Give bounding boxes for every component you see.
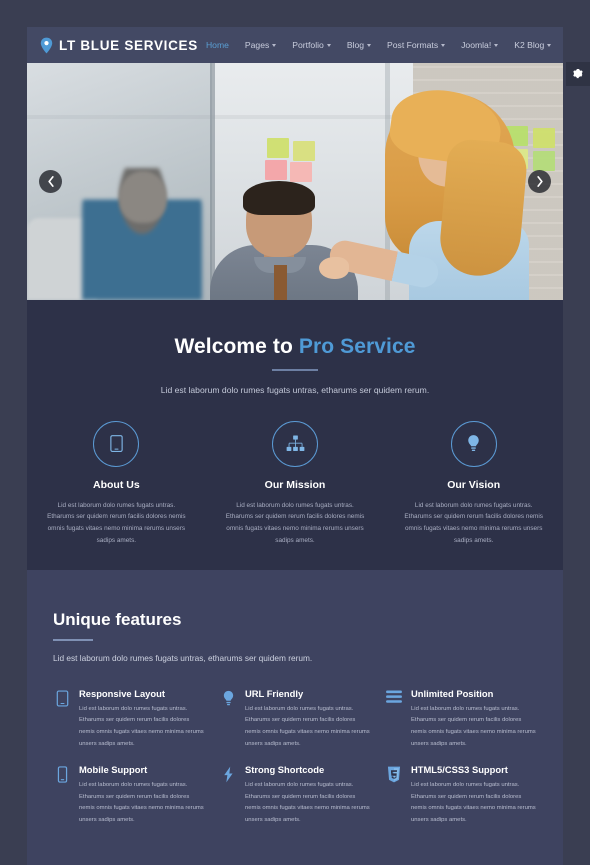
nav-item-k2-blog[interactable]: K2 Blog bbox=[506, 36, 559, 54]
nav-item-post-formats[interactable]: Post Formats bbox=[379, 36, 453, 54]
lightbulb-icon bbox=[466, 434, 481, 453]
title-divider bbox=[272, 369, 318, 371]
feature-description: Lid est laborum dolo rumes fugats untras… bbox=[79, 781, 204, 824]
feature-title: Responsive Layout bbox=[79, 687, 165, 699]
circle-icon-wrap[interactable] bbox=[450, 420, 497, 467]
feature-title: Unlimited Position bbox=[411, 687, 494, 699]
circle-icon-wrap[interactable] bbox=[93, 420, 140, 467]
slider-prev-button[interactable] bbox=[39, 170, 62, 193]
feature-strong-shortcode: Strong Shortcode Lid est laborum dolo ru… bbox=[219, 764, 371, 827]
feature-url-friendly: URL Friendly Lid est laborum dolo rumes … bbox=[219, 688, 371, 751]
chevron-down-icon bbox=[494, 43, 499, 47]
feature-description: Lid est laborum dolo rumes fugats untras… bbox=[245, 781, 370, 824]
feature-unlimited-position: Unlimited Position Lid est laborum dolo … bbox=[385, 688, 537, 751]
feature-html5-css3-support: HTML5/CSS3 Support Lid est laborum dolo … bbox=[385, 764, 537, 827]
site-logo[interactable]: LT BLUE SERVICES bbox=[39, 37, 198, 54]
site-logo-text: LT BLUE SERVICES bbox=[59, 37, 198, 53]
feature-description: Lid est laborum dolo rumes fugats untras… bbox=[79, 705, 204, 748]
circle-description: Lid est laborum dolo rumes fugats untras… bbox=[47, 501, 186, 545]
welcome-title: Welcome to Pro Service bbox=[27, 335, 563, 359]
welcome-section: Welcome to Pro Service Lid est laborum d… bbox=[27, 300, 563, 570]
feature-title: Strong Shortcode bbox=[245, 763, 325, 775]
welcome-column-our-mission: Our Mission Lid est laborum dolo rumes f… bbox=[206, 420, 385, 547]
lightbulb-icon bbox=[219, 688, 237, 751]
feature-description: Lid est laborum dolo rumes fugats untras… bbox=[411, 705, 536, 748]
circle-icon-wrap[interactable] bbox=[272, 420, 318, 467]
lightning-bolt-icon bbox=[219, 764, 237, 827]
welcome-title-accent: Pro Service bbox=[298, 335, 416, 358]
chevron-right-icon bbox=[536, 176, 544, 187]
nav-label: Joomla! bbox=[461, 40, 492, 50]
nav-item-portfolio[interactable]: Portfolio bbox=[284, 36, 339, 54]
nav-label: Post Formats bbox=[387, 40, 439, 50]
welcome-column-our-vision: Our Vision Lid est laborum dolo rumes fu… bbox=[384, 420, 563, 547]
nav-label: Portfolio bbox=[292, 40, 324, 50]
circle-title: Our Vision bbox=[447, 478, 501, 491]
circle-title: Our Mission bbox=[264, 478, 326, 491]
circle-title: About Us bbox=[93, 478, 140, 491]
welcome-columns: About Us Lid est laborum dolo rumes fuga… bbox=[27, 420, 563, 547]
features-divider bbox=[53, 639, 93, 641]
tablet-icon bbox=[53, 688, 71, 751]
features-subtitle: Lid est laborum dolo rumes fugats untras… bbox=[53, 652, 313, 663]
nav-label: Pages bbox=[244, 40, 270, 50]
site-header: LT BLUE SERVICES Home Pages Portfolio Bl… bbox=[27, 27, 563, 63]
nav-item-joomla[interactable]: Joomla! bbox=[453, 36, 506, 54]
feature-title: URL Friendly bbox=[245, 687, 304, 699]
welcome-column-about-us: About Us Lid est laborum dolo rumes fuga… bbox=[27, 420, 206, 547]
welcome-title-plain: Welcome to bbox=[174, 335, 299, 358]
theme-settings-button[interactable] bbox=[566, 62, 590, 86]
feature-description: Lid est laborum dolo rumes fugats untras… bbox=[411, 781, 536, 824]
features-grid: Responsive Layout Lid est laborum dolo r… bbox=[53, 688, 537, 828]
chevron-down-icon bbox=[272, 43, 277, 47]
nav-label: Home bbox=[205, 40, 229, 50]
gear-icon bbox=[572, 68, 584, 80]
mobile-phone-icon bbox=[53, 764, 71, 827]
html5-shield-icon bbox=[385, 764, 403, 827]
features-heading: Unique features bbox=[53, 610, 182, 629]
location-pin-icon bbox=[39, 37, 54, 54]
page-root: LT BLUE SERVICES Home Pages Portfolio Bl… bbox=[0, 0, 590, 865]
welcome-subtitle: Lid est laborum dolo rumes fugats untras… bbox=[160, 384, 430, 395]
slider-next-button[interactable] bbox=[528, 170, 551, 193]
nav-item-pages[interactable]: Pages bbox=[237, 36, 284, 54]
main-navigation: Home Pages Portfolio Blog Post Formats J… bbox=[198, 36, 559, 54]
chevron-left-icon bbox=[47, 176, 55, 187]
nav-label: Blog bbox=[346, 40, 365, 50]
hero-slider[interactable] bbox=[27, 63, 563, 300]
feature-responsive-layout: Responsive Layout Lid est laborum dolo r… bbox=[53, 688, 205, 751]
unique-features-section: Unique features Lid est laborum dolo rum… bbox=[27, 570, 563, 865]
chevron-down-icon bbox=[547, 43, 552, 47]
nav-item-home[interactable]: Home bbox=[198, 36, 237, 54]
tablet-icon bbox=[109, 434, 124, 453]
hero-slide-image bbox=[27, 63, 563, 300]
circle-description: Lid est laborum dolo rumes fugats untras… bbox=[225, 501, 365, 545]
chevron-down-icon bbox=[367, 43, 372, 47]
nav-item-blog[interactable]: Blog bbox=[339, 36, 379, 54]
chevron-down-icon bbox=[441, 43, 446, 47]
feature-description: Lid est laborum dolo rumes fugats untras… bbox=[245, 705, 370, 748]
feature-mobile-support: Mobile Support Lid est laborum dolo rume… bbox=[53, 764, 205, 827]
list-bars-icon bbox=[385, 688, 403, 751]
chevron-down-icon bbox=[326, 43, 331, 47]
sitemap-icon bbox=[286, 435, 305, 452]
nav-label: K2 Blog bbox=[514, 40, 545, 50]
feature-title: HTML5/CSS3 Support bbox=[411, 763, 508, 775]
circle-description: Lid est laborum dolo rumes fugats untras… bbox=[404, 501, 543, 545]
feature-title: Mobile Support bbox=[79, 763, 148, 775]
